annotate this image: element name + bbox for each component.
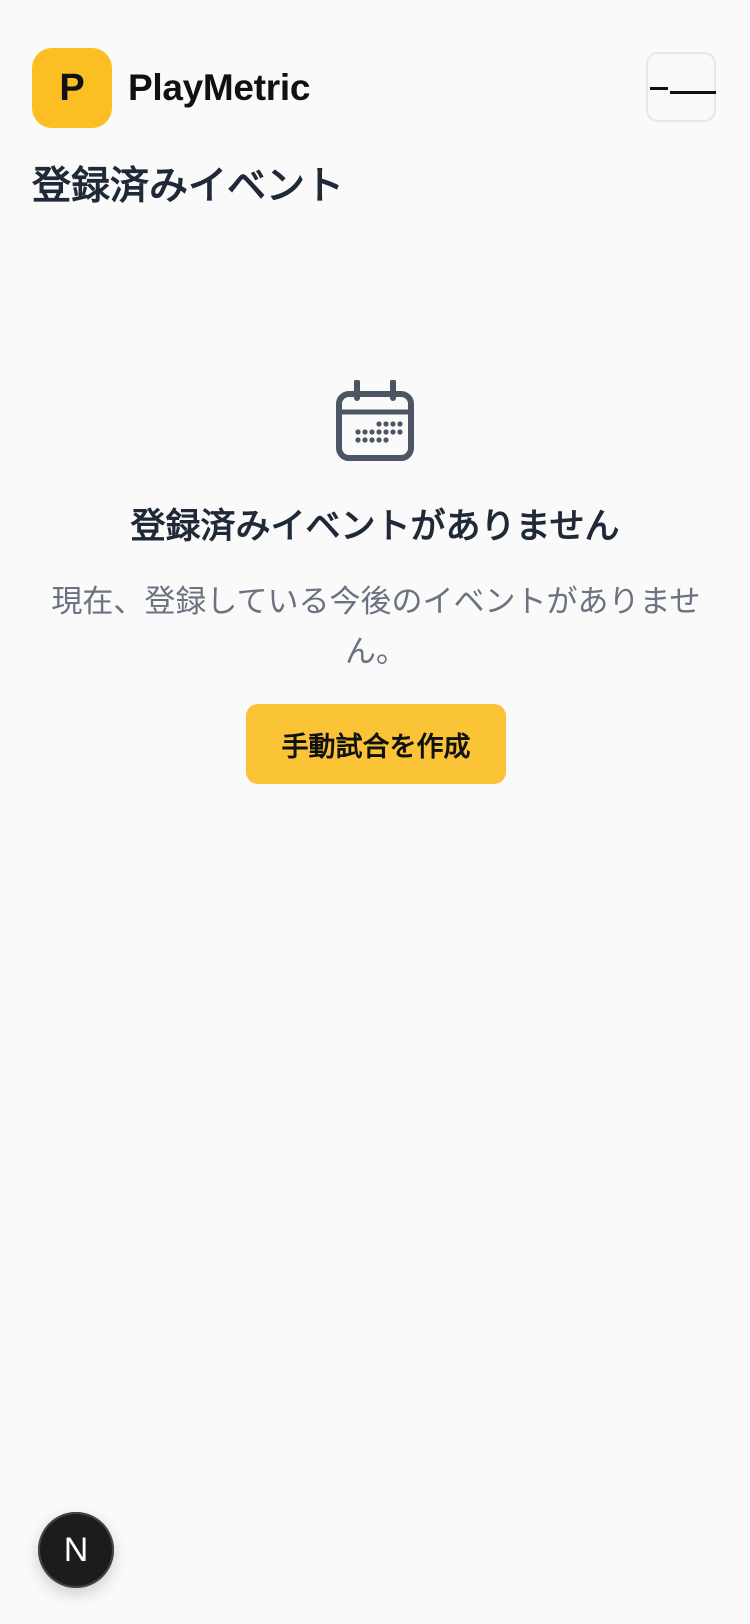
next-dev-badge-letter: N <box>63 1530 89 1569</box>
app-name[interactable]: PlayMetric <box>128 62 310 114</box>
menu-button[interactable] <box>646 52 716 122</box>
empty-state: 登録済みイベントがありません 現在、登録している今後のイベントがありません。 手… <box>0 380 750 784</box>
create-manual-match-button[interactable]: 手動試合を作成 <box>246 704 506 784</box>
calendar-icon <box>336 380 414 461</box>
page-title: 登録済みイベント <box>32 164 345 209</box>
hamburger-menu-icon <box>648 87 718 94</box>
empty-state-title: 登録済みイベントがありません <box>130 507 620 547</box>
empty-state-description: 現在、登録している今後のイベントがありません。 <box>51 584 701 670</box>
logo-letter: P <box>59 66 85 109</box>
next-dev-tools-button[interactable]: N <box>38 1512 114 1588</box>
app-header: P PlayMetric <box>0 0 750 160</box>
app-screen: P PlayMetric 登録済みイベント 登録済みイベントがありません 現在、… <box>0 0 750 1624</box>
app-logo[interactable]: P <box>32 48 112 128</box>
